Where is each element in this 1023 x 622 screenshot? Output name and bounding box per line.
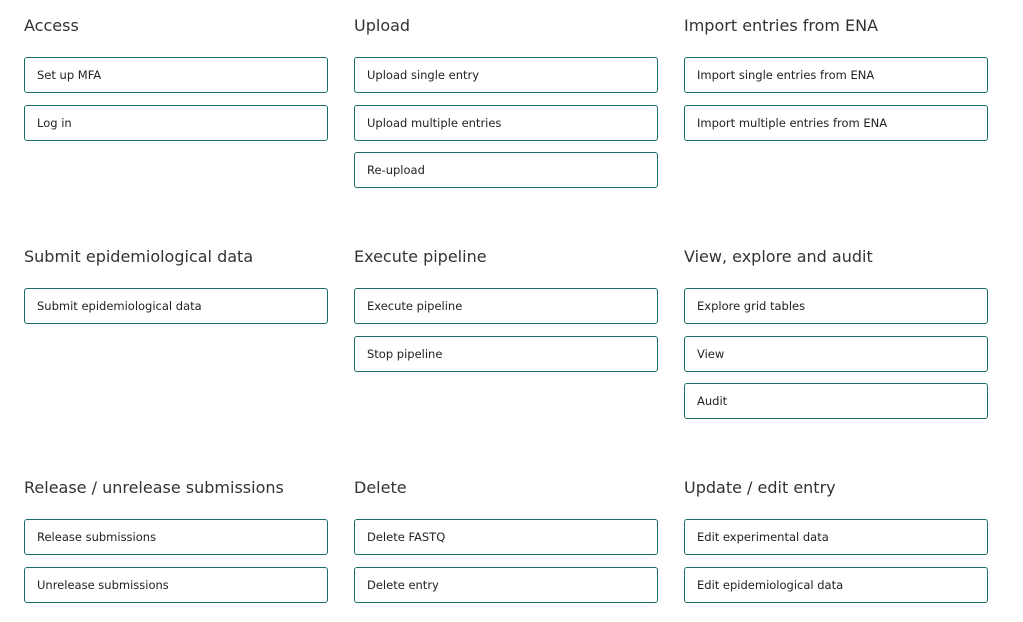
section-title-update-edit: Update / edit entry xyxy=(684,478,836,497)
section-import-ena-buttons: Import single entries from ENA Import mu… xyxy=(684,57,988,141)
section-title-access: Access xyxy=(24,16,79,35)
section-delete-buttons: Delete FASTQ Delete entry xyxy=(354,519,658,603)
section-release-buttons: Release submissions Unrelease submission… xyxy=(24,519,328,603)
section-upload: Upload Upload single entry Upload multip… xyxy=(354,16,658,188)
section-submit-epi-buttons: Submit epidemiological data xyxy=(24,288,328,324)
section-delete: Delete Delete FASTQ Delete entry xyxy=(354,478,658,603)
section-access: Access Set up MFA Log in xyxy=(24,16,328,141)
section-title-import-ena: Import entries from ENA xyxy=(684,16,879,35)
section-title-view-explore-audit: View, explore and audit xyxy=(684,247,873,266)
section-update-edit: Update / edit entry Edit experimental da… xyxy=(684,478,988,603)
section-execute-pipeline-buttons: Execute pipeline Stop pipeline xyxy=(354,288,658,372)
section-title-execute-pipeline: Execute pipeline xyxy=(354,247,487,266)
view-button[interactable]: View xyxy=(684,335,988,372)
upload-multiple-entries-button[interactable]: Upload multiple entries xyxy=(354,104,658,141)
section-submit-epi: Submit epidemiological data Submit epide… xyxy=(24,247,328,324)
import-multiple-entries-button[interactable]: Import multiple entries from ENA xyxy=(684,104,988,141)
audit-button[interactable]: Audit xyxy=(684,383,988,419)
section-import-ena: Import entries from ENA Import single en… xyxy=(684,16,988,141)
section-access-buttons: Set up MFA Log in xyxy=(24,57,328,141)
upload-single-entry-button[interactable]: Upload single entry xyxy=(354,57,658,93)
action-grid: Access Set up MFA Log in Upload Upload s… xyxy=(0,0,1023,622)
release-submissions-button[interactable]: Release submissions xyxy=(24,519,328,555)
section-title-delete: Delete xyxy=(354,478,407,497)
set-up-mfa-button[interactable]: Set up MFA xyxy=(24,57,328,93)
section-execute-pipeline: Execute pipeline Execute pipeline Stop p… xyxy=(354,247,658,372)
explore-grid-tables-button[interactable]: Explore grid tables xyxy=(684,288,988,324)
section-view-explore-audit-buttons: Explore grid tables View Audit xyxy=(684,288,988,419)
section-update-edit-buttons: Edit experimental data Edit epidemiologi… xyxy=(684,519,988,603)
execute-pipeline-button[interactable]: Execute pipeline xyxy=(354,288,658,324)
re-upload-button[interactable]: Re-upload xyxy=(354,152,658,188)
section-title-submit-epi: Submit epidemiological data xyxy=(24,247,254,266)
log-in-button[interactable]: Log in xyxy=(24,104,328,141)
edit-epidemiological-data-button[interactable]: Edit epidemiological data xyxy=(684,566,988,603)
delete-fastq-button[interactable]: Delete FASTQ xyxy=(354,519,658,555)
section-upload-buttons: Upload single entry Upload multiple entr… xyxy=(354,57,658,188)
import-single-entries-button[interactable]: Import single entries from ENA xyxy=(684,57,988,93)
delete-entry-button[interactable]: Delete entry xyxy=(354,566,658,603)
section-title-upload: Upload xyxy=(354,16,411,35)
section-release: Release / unrelease submissions Release … xyxy=(24,478,328,603)
submit-epidemiological-data-button[interactable]: Submit epidemiological data xyxy=(24,288,328,324)
edit-experimental-data-button[interactable]: Edit experimental data xyxy=(684,519,988,555)
stop-pipeline-button[interactable]: Stop pipeline xyxy=(354,335,658,372)
section-view-explore-audit: View, explore and audit Explore grid tab… xyxy=(684,247,988,419)
section-title-release: Release / unrelease submissions xyxy=(24,478,284,497)
unrelease-submissions-button[interactable]: Unrelease submissions xyxy=(24,566,328,603)
